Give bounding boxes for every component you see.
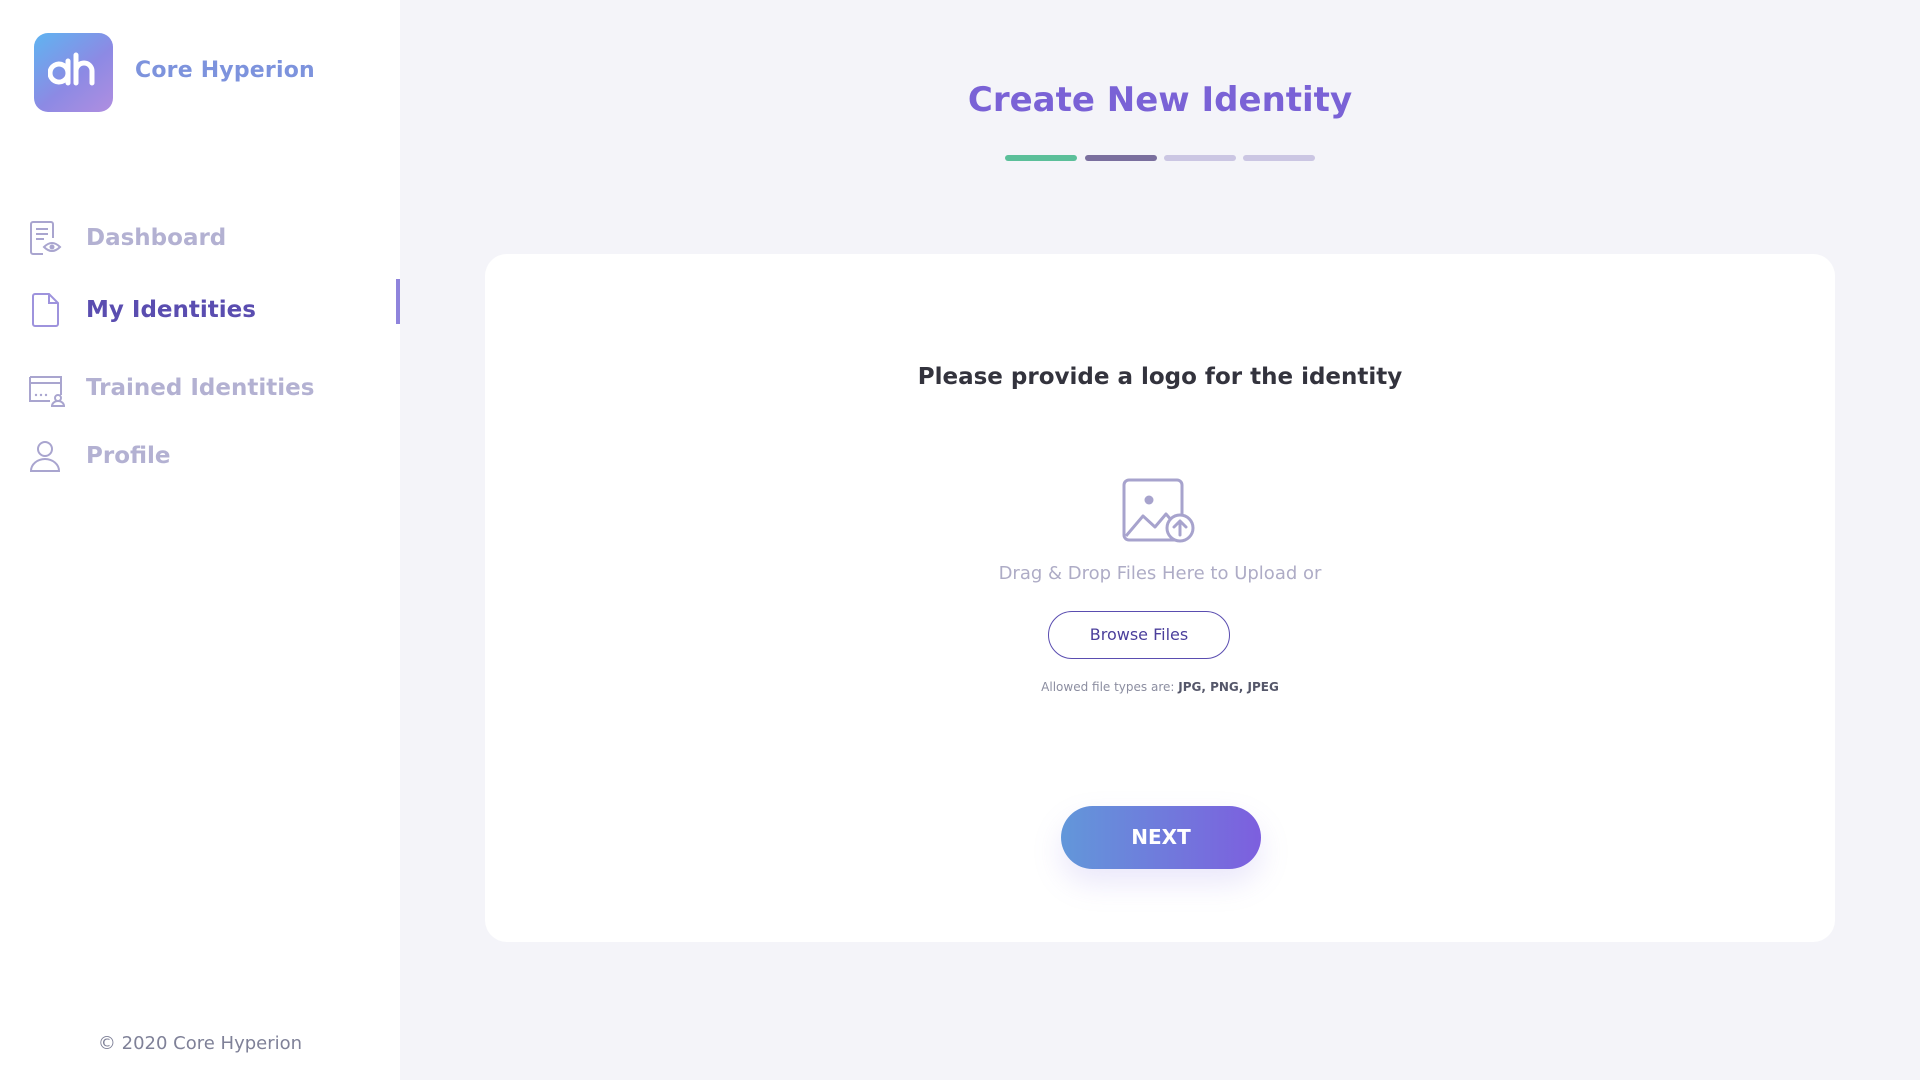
sidebar-item-label: Dashboard (86, 225, 227, 251)
brand-name: Core Hyperion (135, 58, 315, 83)
dashboard-icon (30, 221, 62, 255)
allowed-file-types-list: JPG, PNG, JPEG (1178, 680, 1279, 694)
sidebar-item-trained-identities[interactable]: Trained Identities (0, 363, 400, 413)
copyright: © 2020 Core Hyperion (97, 1033, 303, 1054)
trained-identities-icon (29, 376, 65, 407)
sidebar-item-dashboard[interactable]: Dashboard (0, 213, 400, 263)
upload-prompt: Please provide a logo for the identity (917, 364, 1403, 390)
next-button[interactable]: NEXT (1061, 806, 1261, 869)
active-indicator (396, 279, 400, 324)
upload-card: Please provide a logo for the identity D… (485, 254, 1835, 942)
step-indicator (1085, 155, 1157, 161)
step-indicator (1005, 155, 1077, 161)
logo-mark-icon (48, 52, 95, 86)
image-upload-icon[interactable] (1122, 478, 1200, 548)
step-indicator (1164, 155, 1236, 161)
page-title: Create New Identity (967, 80, 1353, 120)
drag-drop-text: Drag & Drop Files Here to Upload or (998, 563, 1322, 584)
app-logo[interactable] (34, 33, 113, 112)
step-indicator (1243, 155, 1315, 161)
browse-files-button[interactable]: Browse Files (1048, 611, 1230, 659)
sidebar-item-label: Trained Identities (86, 375, 315, 401)
sidebar-item-label: My Identities (86, 297, 256, 323)
document-icon (32, 293, 59, 327)
allowed-file-types: Allowed file types are: JPG, PNG, JPEG (485, 680, 1835, 694)
user-icon (29, 441, 61, 472)
sidebar-item-label: Profile (86, 443, 171, 469)
sidebar: Core Hyperion Dashboard My Identities Tr… (0, 0, 400, 1080)
allowed-file-types-label: Allowed file types are: (1041, 680, 1175, 694)
sidebar-item-profile[interactable]: Profile (0, 431, 400, 481)
sidebar-item-my-identities[interactable]: My Identities (0, 279, 400, 335)
